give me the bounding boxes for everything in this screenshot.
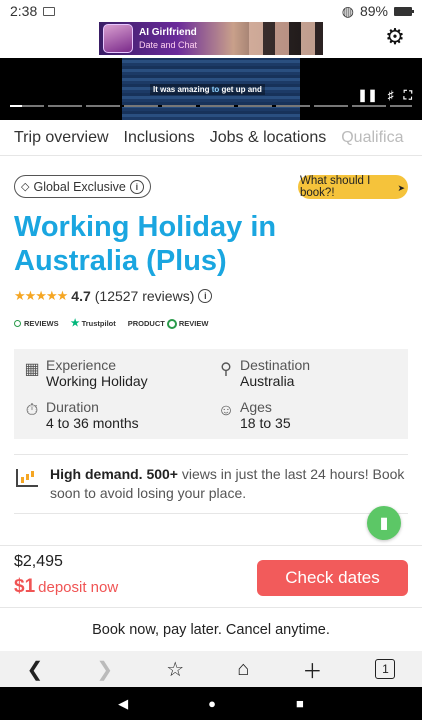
tab-trip-overview[interactable]: Trip overview [14, 129, 109, 147]
product-review-logo: PRODUCT REVIEW [127, 318, 209, 329]
check-dates-button[interactable]: Check dates [257, 560, 408, 596]
ages-item: ☺ Ages 18 to 35 [216, 399, 291, 431]
video-caption: It was amazing to get up and [150, 84, 265, 95]
award-icon: ◇ [21, 181, 30, 193]
what-should-i-book-button[interactable]: What should I book?! ➤ [298, 175, 408, 199]
status-left: 2:38 [10, 3, 56, 19]
caption-text-2: get up and [219, 85, 262, 94]
gear-icon[interactable]: ⚙ [384, 24, 406, 49]
trustpilot-logo: ★ Trustpilot [71, 318, 116, 329]
book-now-banner: Book now, pay later. Cancel anytime. [0, 607, 422, 651]
forward-icon[interactable]: ❯ [96, 657, 113, 682]
ad-thumbnail [103, 24, 133, 53]
tab-count-button[interactable]: 1 [375, 659, 396, 679]
battery-icon [394, 6, 414, 16]
duration-item: ⏱ Duration 4 to 36 months [22, 399, 139, 431]
browser-toolbar: ❮ ❯ ☆ ⌂ ＋ 1 [0, 651, 422, 687]
video-controls: ❚❚ ♯ ⛶ [357, 88, 412, 103]
new-tab-plus-icon[interactable]: ＋ [302, 655, 322, 684]
experience-item: ▦ Experience Working Holiday [22, 357, 148, 389]
review-logo-text: REVIEW [178, 319, 209, 328]
deposit-info: $1 deposit now [14, 576, 118, 598]
system-home-icon[interactable]: ● [208, 696, 216, 711]
deposit-amount: $1 [14, 576, 36, 597]
ad-banner[interactable]: AI Girlfriend Date and Chat [99, 22, 323, 55]
video-progress-track[interactable] [10, 105, 412, 107]
ad-area: AI Girlfriend Date and Chat ⚙ [0, 22, 422, 58]
back-icon[interactable]: ❮ [27, 657, 44, 682]
video-player[interactable]: It was amazing to get up and ❚❚ ♯ ⛶ [0, 58, 422, 120]
product-review-ring-icon [166, 318, 177, 329]
reviews-logo: REVIEWS [14, 319, 59, 328]
global-exclusive-badge[interactable]: ◇ Global Exclusive i [14, 175, 151, 198]
star-rating-icon: ★★★★★ [14, 288, 68, 303]
destination-label: Destination [240, 357, 311, 373]
badge-label: Global Exclusive [33, 179, 126, 194]
mute-icon[interactable]: ♯ [388, 88, 394, 103]
price-bar: $2,495 $1 deposit now Check dates [0, 545, 422, 607]
status-bar: 2:38 ◍ 89% [0, 0, 422, 22]
reviews-logo-text: REVIEWS [24, 319, 59, 328]
notification-icon [43, 6, 56, 16]
duration-value: 4 to 36 months [46, 415, 139, 431]
status-time: 2:38 [10, 3, 38, 19]
tab-inclusions[interactable]: Inclusions [124, 129, 195, 147]
ad-image-strip [249, 22, 323, 55]
stopwatch-icon: ⏱ [25, 402, 39, 419]
video-progress-fill [10, 105, 23, 107]
experience-label: Experience [46, 357, 117, 373]
system-nav-bar: ◀ ● ■ [0, 687, 422, 720]
review-platforms: REVIEWS ★ Trustpilot PRODUCT REVIEW [14, 318, 208, 329]
caption-text-1: It was amazing [153, 85, 212, 94]
ad-subline: Date and Chat [139, 40, 198, 50]
page-title: Working Holiday in Australia (Plus) [14, 211, 277, 277]
deposit-text: deposit now [38, 579, 119, 596]
ages-label: Ages [240, 399, 272, 415]
chat-bubble-icon[interactable]: ▮ [367, 506, 401, 540]
bookmark-star-icon[interactable]: ☆ [166, 657, 184, 682]
arrow-right-icon: ➤ [397, 183, 405, 193]
duration-label: Duration [46, 399, 99, 415]
rating-info-icon[interactable]: i [198, 289, 213, 303]
fullscreen-icon[interactable]: ⛶ [404, 88, 412, 103]
trustpilot-star-icon: ★ [70, 318, 80, 329]
battery-level: 89% [359, 3, 388, 19]
section-tabs: Trip overview Inclusions Jobs & location… [0, 120, 422, 156]
destination-value: Australia [240, 373, 295, 389]
reviews-dot-icon [14, 320, 21, 327]
trustpilot-logo-text: Trustpilot [81, 319, 116, 328]
person-icon: ☺ [217, 402, 235, 419]
home-icon[interactable]: ⌂ [237, 658, 249, 681]
experience-icon: ▦ [24, 361, 40, 378]
book-pill-label: What should I book?! [300, 175, 371, 199]
destination-item: ⚲ Destination Australia [216, 357, 310, 389]
info-icon: i [129, 179, 144, 194]
rating-row[interactable]: ★★★★★ 4.7 (12527 reviews) i [14, 288, 213, 304]
demand-headline: High demand. 500+ [50, 466, 178, 482]
wifi-icon: ◍ [341, 2, 354, 19]
high-demand-notice: High demand. 500+ views in just the last… [14, 454, 408, 514]
tab-jobs-locations[interactable]: Jobs & locations [210, 129, 327, 147]
location-pin-icon: ⚲ [220, 361, 232, 378]
status-right: ◍ 89% [341, 2, 414, 20]
tab-qualifications[interactable]: Qualifica [341, 129, 403, 147]
experience-value: Working Holiday [46, 373, 148, 389]
pause-icon[interactable]: ❚❚ [357, 88, 377, 103]
system-recents-icon[interactable]: ■ [296, 696, 304, 711]
product-logo-text: PRODUCT [127, 319, 165, 328]
ad-headline: AI Girlfriend [139, 27, 197, 38]
review-count: (12527 reviews) [94, 288, 195, 304]
trip-info-box: ▦ Experience Working Holiday ⚲ Destinatio… [14, 349, 408, 439]
rating-score: 4.7 [71, 288, 91, 304]
trending-chart-icon [16, 469, 38, 487]
ages-value: 18 to 35 [240, 415, 291, 431]
system-back-icon[interactable]: ◀ [118, 696, 128, 712]
trip-price: $2,495 [14, 553, 63, 570]
